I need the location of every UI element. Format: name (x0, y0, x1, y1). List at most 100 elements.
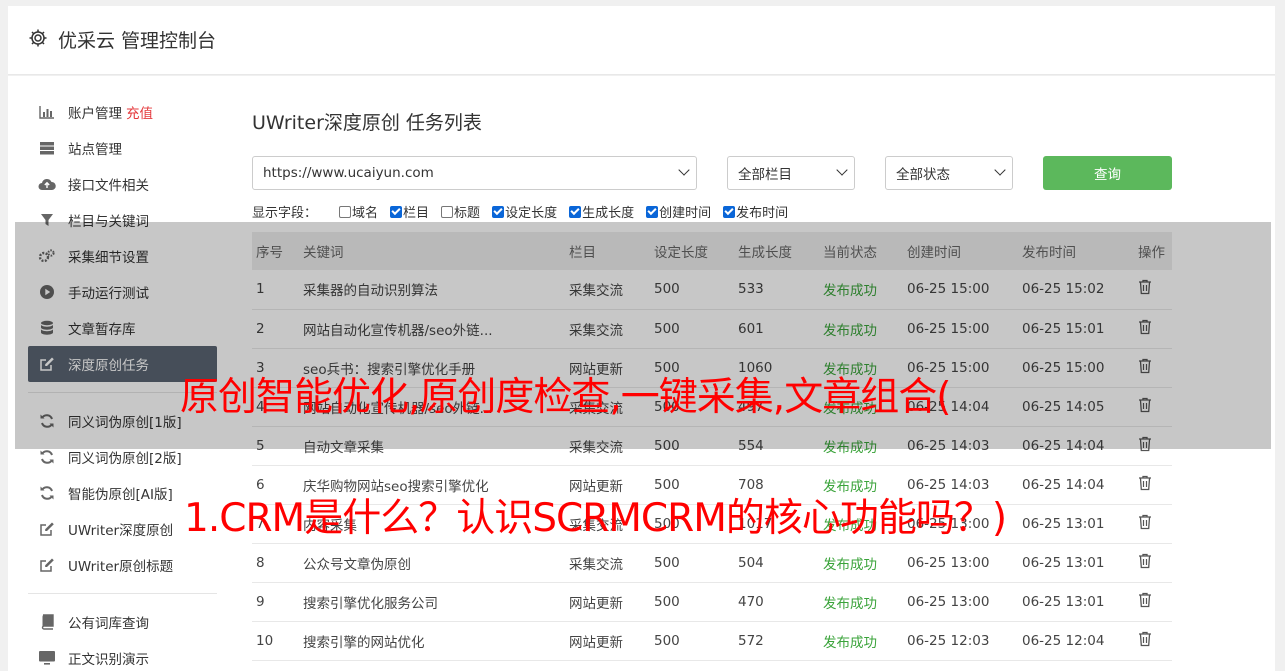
checkbox-label: 标题 (454, 206, 481, 221)
trash-icon[interactable] (1138, 553, 1152, 573)
field-checkbox[interactable]: 生成长度 (569, 202, 634, 221)
table-cell: 500 (650, 582, 734, 622)
monitor-icon (38, 650, 56, 666)
sidebar-item-label: UWriter深度原创 (68, 523, 174, 539)
sidebar-item-label: UWriter原创标题 (68, 559, 174, 575)
trash-icon[interactable] (1138, 631, 1152, 651)
action-cell (1134, 621, 1172, 661)
checkbox-label: 发布时间 (736, 206, 789, 221)
table-cell: 8 (252, 543, 299, 583)
refresh-icon (38, 449, 56, 465)
server-icon (38, 140, 56, 156)
edit-icon (38, 557, 56, 573)
table-cell: 500 (650, 543, 734, 583)
table-row: 10 搜索引擎的网站优化 网站更新 500 572 发布成功 06-25 12:03 06-2… (252, 621, 1172, 661)
checkbox-box[interactable] (646, 205, 659, 218)
table-cell: 504 (734, 543, 819, 583)
sidebar-item-label: 正文识别演示 (68, 652, 149, 668)
field-checkbox[interactable]: 栏目 (390, 202, 429, 221)
field-checkbox[interactable]: 域名 (339, 202, 378, 221)
table-cell: 06-25 13:01 (1018, 504, 1134, 544)
table-cell: 06-25 12:03 (903, 621, 1018, 661)
column-select[interactable]: 全部栏目 (727, 156, 855, 190)
fields-label: 显示字段： (252, 206, 318, 221)
table-cell: 发布成功 (819, 621, 903, 661)
table-row: 9 搜索引擎优化服务公司 网站更新 500 470 发布成功 06-25 13:00 06-2… (252, 582, 1172, 622)
sidebar-item-label: 公有词库查询 (68, 616, 149, 632)
table-row: 8 公众号文章伪原创 采集交流 500 504 发布成功 06-25 13:00 06-25 … (252, 543, 1172, 583)
sidebar-item[interactable]: 公有词库查询 (28, 604, 217, 640)
checkbox-box[interactable] (569, 205, 582, 218)
sidebar-item-label: 账户管理 (68, 106, 122, 122)
top-header: 优采云 管理控制台 (8, 6, 1275, 75)
gear-icon (29, 29, 47, 47)
field-checkbox[interactable]: 发布时间 (723, 202, 788, 221)
table-cell: 06-25 14:04 (1018, 465, 1134, 505)
trash-icon[interactable] (1138, 592, 1152, 612)
table-cell: 06-25 13:01 (1018, 543, 1134, 583)
edit-icon (38, 521, 56, 537)
field-checkbox[interactable]: 设定长度 (492, 202, 557, 221)
field-checkbox[interactable]: 标题 (441, 202, 480, 221)
overlay-text-line1: 原创智能优化,原创度检查,一键采集,文章组合( (180, 375, 951, 420)
site-select-value: https://www.ucaiyun.com (263, 165, 434, 181)
sidebar-divider (28, 593, 217, 594)
checkbox-label: 生成长度 (582, 206, 635, 221)
status-select-value: 全部状态 (896, 167, 950, 183)
checkbox-box[interactable] (390, 205, 403, 218)
checkbox-box[interactable] (441, 205, 454, 218)
trash-icon[interactable] (1138, 475, 1152, 495)
refresh-icon (38, 485, 56, 501)
sidebar-item[interactable]: UWriter原创标题 (28, 547, 217, 583)
sidebar-item-label: 接口文件相关 (68, 178, 149, 194)
checkbox-box[interactable] (723, 205, 736, 218)
display-fields: 显示字段： 域名 栏目 标题 设定长度 生成长度 创建时间 发布时间 (252, 202, 800, 221)
cloud-upload-icon (38, 176, 56, 192)
table-cell: 572 (734, 621, 819, 661)
chevron-down-icon (678, 164, 690, 176)
status-select[interactable]: 全部状态 (885, 156, 1013, 190)
table-cell: 06-25 12:04 (1018, 621, 1134, 661)
table-cell: 06-25 13:00 (903, 543, 1018, 583)
query-button[interactable]: 查询 (1043, 156, 1172, 190)
site-select[interactable]: https://www.ucaiyun.com (252, 156, 697, 190)
column-select-value: 全部栏目 (738, 167, 792, 183)
sidebar-item[interactable]: 账户管理 充值 (28, 94, 217, 130)
table-cell: 公众号文章伪原创 (299, 543, 565, 583)
table-cell: 发布成功 (819, 582, 903, 622)
table-cell: 发布成功 (819, 543, 903, 583)
table-cell: 06-25 13:00 (903, 582, 1018, 622)
bar-chart-icon (38, 104, 56, 120)
checkbox-box[interactable] (339, 205, 352, 218)
table-cell: 搜索引擎的网站优化 (299, 621, 565, 661)
app-title: 优采云 管理控制台 (58, 30, 217, 52)
page-title: UWriter深度原创 任务列表 (252, 112, 482, 134)
field-checkbox[interactable]: 创建时间 (646, 202, 711, 221)
table-cell: 500 (650, 621, 734, 661)
overlay-text-line2: 1.CRM是什么？认识SCRMCRM的核心功能吗？) (184, 496, 1007, 541)
trash-icon[interactable] (1138, 514, 1152, 534)
action-cell (1134, 543, 1172, 583)
book-icon (38, 614, 56, 630)
sidebar-item[interactable]: 接口文件相关 (28, 166, 217, 202)
checkbox-label: 创建时间 (659, 206, 712, 221)
table-cell: 网站更新 (565, 582, 650, 622)
table-cell: 9 (252, 582, 299, 622)
action-cell (1134, 465, 1172, 505)
action-cell (1134, 582, 1172, 622)
checkbox-label: 域名 (352, 206, 379, 221)
chevron-down-icon (836, 164, 848, 176)
table-cell: 470 (734, 582, 819, 622)
action-cell (1134, 504, 1172, 544)
checkbox-label: 设定长度 (505, 206, 558, 221)
table-cell: 采集交流 (565, 543, 650, 583)
sidebar-item[interactable]: 站点管理 (28, 130, 217, 166)
table-cell: 10 (252, 621, 299, 661)
sidebar-item[interactable]: 正文识别演示 (28, 640, 217, 671)
sidebar-item-label: 站点管理 (68, 142, 122, 158)
table-cell: 搜索引擎优化服务公司 (299, 582, 565, 622)
table-cell: 06-25 13:01 (1018, 582, 1134, 622)
recharge-link[interactable]: 充值 (126, 102, 153, 122)
chevron-down-icon (994, 164, 1006, 176)
checkbox-box[interactable] (492, 205, 505, 218)
